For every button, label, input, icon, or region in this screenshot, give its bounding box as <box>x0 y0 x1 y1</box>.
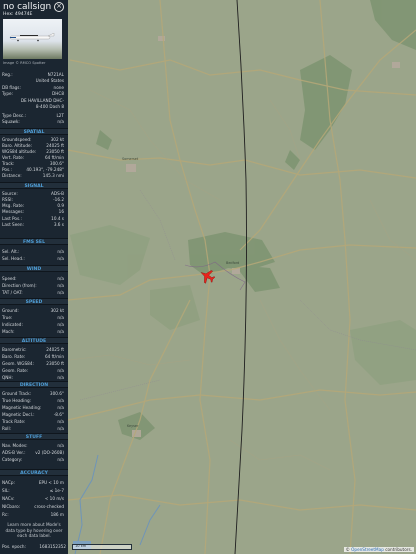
accuracy-rc: Rc: 186 m <box>2 512 64 517</box>
section-signal[interactable]: SIGNAL <box>0 182 68 189</box>
learn-more-note: Learn more about Mode's data type by hov… <box>5 522 63 538</box>
direction-ground-track: Ground Track: 300.6° <box>2 391 64 396</box>
speed-indicated: Indicated: n/a <box>2 322 64 327</box>
signal-messages: Messages: 16 <box>2 209 64 214</box>
aircraft-photo[interactable] <box>3 19 62 59</box>
section-speed[interactable]: SPEED <box>0 298 68 305</box>
detail-type-full: DE HAVILLAND DHC-8-400 Dash 8 <box>20 98 64 109</box>
section-stuff[interactable]: STUFF <box>0 433 68 440</box>
altitude-barometric: Barometric: 24025 ft <box>2 347 64 352</box>
speed-true: True: n/a <box>2 315 64 320</box>
speed-ground: Ground: 302 kt <box>2 308 64 313</box>
detail-country: United States <box>35 78 64 83</box>
section-accuracy[interactable]: ACCURACY <box>0 469 68 476</box>
section-direction[interactable]: DIRECTION <box>0 381 68 388</box>
altitude-geom-wgs84: Geom. WGS84: 23050 ft <box>2 361 64 366</box>
stuff-adsb-ver: ADS-B Ver.: v2 (DO-260B) <box>2 450 64 455</box>
map-attribution: © OpenStreetMap contributors. <box>343 547 414 552</box>
fms-sel-head: Sel. Head.: n/a <box>2 256 64 261</box>
direction-magnetic-decl: Magnetic Decl.: -8.6° <box>2 412 64 417</box>
stuff-category: Category: n/a <box>2 457 64 462</box>
detail-squawk: Squawk: n/a <box>2 119 64 124</box>
close-button[interactable]: × <box>54 2 64 12</box>
speed-mach: Mach: n/a <box>2 329 64 334</box>
section-wind[interactable]: WIND <box>0 265 68 272</box>
map-scale-bar: 10 km <box>72 544 132 550</box>
callsign-title: no callsign <box>3 2 52 12</box>
section-fms-sel[interactable]: FMS SEL <box>0 238 68 245</box>
signal-last-seen: Last Seen: 3.6 s <box>2 222 64 227</box>
svg-text:Keyser: Keyser <box>127 424 139 428</box>
fms-sel-alt: Sel. Alt.: n/a <box>2 249 64 254</box>
direction-roll: Roll: n/a <box>2 426 64 431</box>
section-altitude[interactable]: ALTITUDE <box>0 337 68 344</box>
pos-epoch: Pos. epoch: 1683152352 <box>0 543 68 551</box>
aircraft-info-panel: no callsign × Hex: 49474E Image © RMCO S… <box>0 0 68 554</box>
direction-magnetic-heading: Magnetic Heading: n/a <box>2 405 64 410</box>
accuracy-sil: SIL: ≤ 1e-7 <box>2 488 64 493</box>
altitude-baro-rate: Baro. Rate: 64 ft/min <box>2 354 64 359</box>
osm-link[interactable]: OpenStreetMap <box>351 547 384 552</box>
accuracy-nacv: NACv: < 10 m/s <box>2 496 64 501</box>
accuracy-nacp: NACp: EPU < 10 m <box>2 480 64 485</box>
direction-true-heading: True Heading: n/a <box>2 398 64 403</box>
svg-text:Somerset: Somerset <box>122 157 139 161</box>
accuracy-nicbaro: NICbaro: cross-checked <box>2 504 64 509</box>
spatial-distance: Distance: 145.3 nmi <box>2 173 64 178</box>
stuff-nav-modes: Nav. Modes: n/a <box>2 443 64 448</box>
aircraft-photo-plane-icon <box>9 33 55 42</box>
section-spatial[interactable]: SPATIAL <box>0 128 68 135</box>
svg-text:Bedford: Bedford <box>226 261 239 265</box>
direction-track-rate: Track Rate: n/a <box>2 419 64 424</box>
wind-direction: Direction (from): n/a <box>2 283 64 288</box>
wind-speed: Speed: n/a <box>2 276 64 281</box>
photo-credit: Image © RMCO Spotter <box>3 61 46 65</box>
altitude-geom-rate: Geom. Rate: n/a <box>2 368 64 373</box>
detail-type: Type: DHC8 <box>2 91 64 96</box>
hex-code: Hex: 49474E <box>3 12 33 17</box>
wind-tat-oat: TAT / OAT: n/a <box>2 290 64 295</box>
